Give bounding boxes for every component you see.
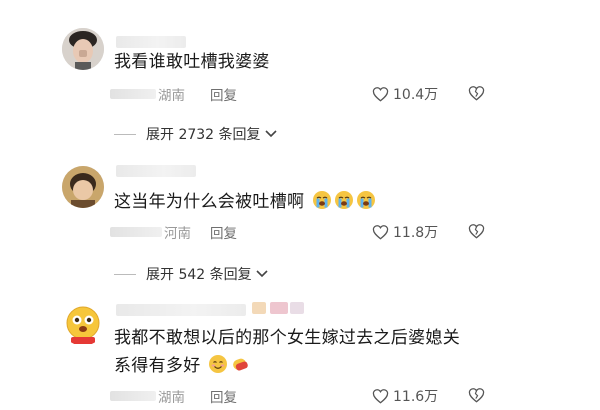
redacted-badge — [252, 302, 266, 314]
redacted-badge — [270, 302, 288, 314]
comment-text: 这当年为什么会被吐槽啊 — [114, 188, 376, 216]
broken-heart-outline-icon — [468, 388, 485, 403]
avatar[interactable] — [62, 28, 104, 70]
dislike-button[interactable] — [468, 387, 485, 407]
smiling-face-emoji — [209, 355, 228, 373]
redacted-info — [110, 89, 156, 99]
expand-replies[interactable]: 展开 2732 条回复 — [114, 124, 278, 144]
reply-button[interactable]: 回复 — [210, 84, 237, 104]
like-button[interactable]: 11.8万 — [372, 222, 438, 242]
reply-button[interactable]: 回复 — [210, 222, 237, 242]
comment-text-line: 我都不敢想以后的那个女生嫁过去之后婆媳关 — [114, 328, 460, 348]
comment-text: 我看谁敢吐槽我婆婆 — [114, 52, 270, 72]
heart-outline-icon — [372, 225, 389, 240]
like-count: 10.4万 — [393, 87, 439, 103]
expand-replies-label: 展开 2732 条回复 — [146, 127, 261, 143]
comment-text: 我都不敢想以后的那个女生嫁过去之后婆媳关 系得有多好 — [114, 324, 460, 380]
comment-text-body: 系得有多好 — [114, 356, 201, 376]
broken-heart-outline-icon — [468, 224, 485, 239]
username-redacted[interactable] — [116, 165, 196, 177]
heart-outline-icon — [372, 87, 389, 102]
like-button[interactable]: 11.6万 — [372, 386, 438, 406]
chevron-down-icon — [256, 270, 268, 278]
comment-location: 河南 — [164, 226, 191, 242]
redacted-badge — [290, 302, 304, 314]
avatar[interactable] — [62, 166, 104, 208]
comment-location: 湖南 — [158, 88, 185, 104]
loudly-crying-face-emoji — [335, 191, 354, 209]
chevron-down-icon — [264, 130, 277, 138]
comment-meta: 湖南 回复 10.4万 — [110, 84, 580, 104]
divider-line — [114, 133, 136, 135]
expand-replies[interactable]: 展开 542 条回复 — [114, 264, 269, 284]
dislike-button[interactable] — [468, 85, 485, 105]
divider-line — [114, 273, 136, 275]
comment-meta: 河南 回复 11.8万 — [110, 222, 580, 242]
avatar-photo — [62, 28, 104, 70]
avatar-emoji-sticker — [62, 304, 104, 346]
expand-replies-label: 展开 542 条回复 — [146, 267, 252, 283]
username-redacted[interactable] — [116, 304, 246, 316]
dislike-button[interactable] — [468, 223, 485, 243]
hands-emoji — [233, 358, 249, 371]
heart-outline-icon — [372, 389, 389, 404]
comment-text-body: 这当年为什么会被吐槽啊 — [114, 192, 305, 212]
comment-list: 我看谁敢吐槽我婆婆 湖南 回复 10.4万 展开 2732 条回复 这当年为什么… — [0, 0, 600, 410]
loudly-crying-face-emoji — [313, 191, 332, 209]
reply-button[interactable]: 回复 — [210, 386, 237, 406]
comment-location: 湖南 — [158, 390, 185, 406]
redacted-info — [110, 391, 156, 401]
like-button[interactable]: 10.4万 — [372, 84, 438, 104]
loudly-crying-face-emoji — [357, 191, 376, 209]
redacted-info — [110, 227, 162, 237]
comment-text-line-2: 系得有多好 — [114, 352, 460, 380]
username-redacted[interactable] — [116, 36, 186, 48]
comment-meta: 湖南 回复 11.6万 — [110, 386, 580, 406]
avatar[interactable] — [62, 304, 104, 346]
broken-heart-outline-icon — [468, 86, 485, 101]
avatar-photo — [62, 166, 104, 208]
like-count: 11.6万 — [393, 389, 439, 405]
like-count: 11.8万 — [393, 225, 439, 241]
